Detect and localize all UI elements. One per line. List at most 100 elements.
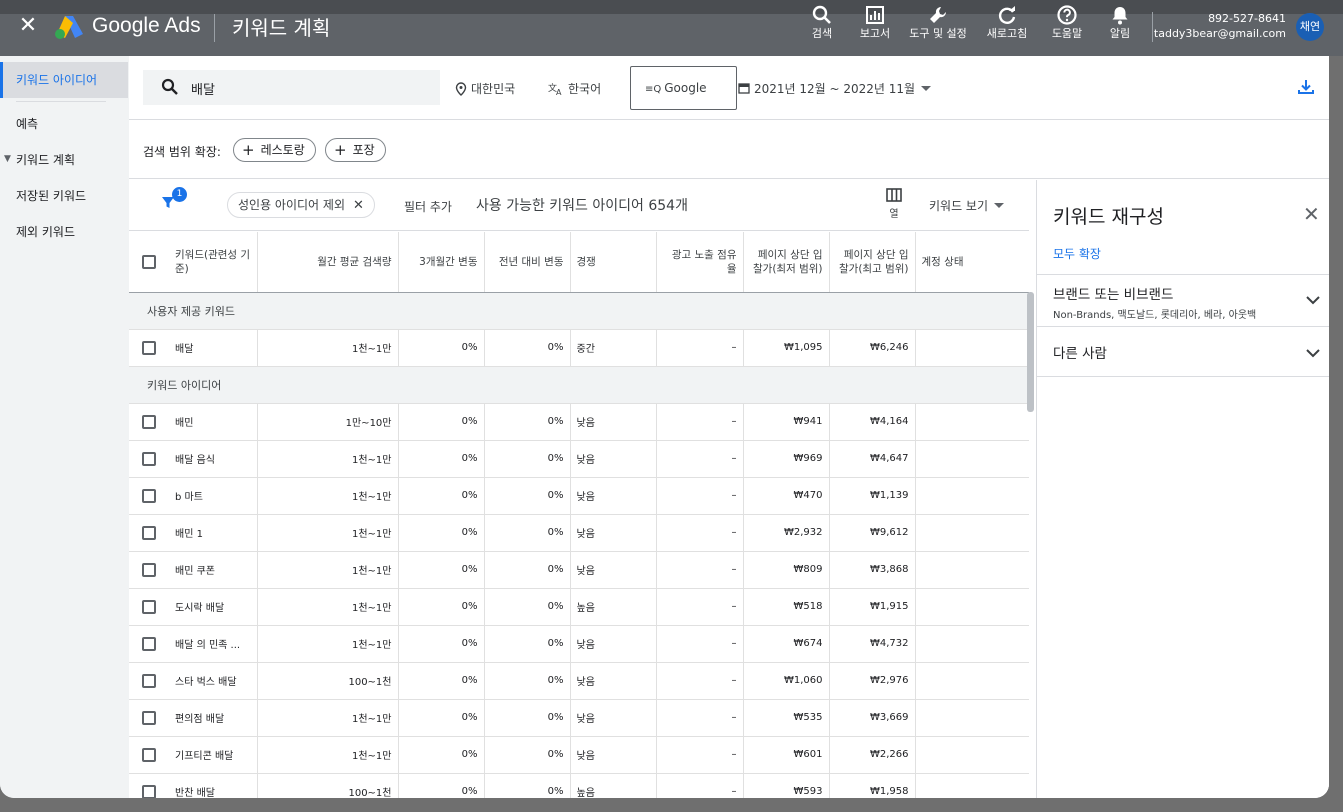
- three-month-change-cell: 0%: [398, 514, 485, 552]
- yoy-change-cell: 0%: [484, 514, 571, 552]
- row-checkbox[interactable]: [142, 340, 156, 355]
- row-checkbox[interactable]: [142, 451, 156, 466]
- row-checkbox[interactable]: [142, 747, 156, 762]
- table-row[interactable]: b 마트 1천~1만 0% 0% 낮음 – ₩470 ₩1,139: [129, 477, 1029, 515]
- row-checkbox[interactable]: [142, 525, 156, 540]
- column-header[interactable]: 페이지 상단 입찰가(최저 범위): [743, 232, 830, 293]
- table-row[interactable]: 배민 쿠폰 1천~1만 0% 0% 낮음 – ₩809 ₩3,868: [129, 551, 1029, 589]
- app-window: ✕ Google Ads 키워드 계획 검색 보고서 도구 및 설정 새로고침 …: [0, 0, 1343, 812]
- competition-cell: 낮음: [570, 403, 657, 441]
- row-checkbox[interactable]: [142, 673, 156, 688]
- table-row[interactable]: 배민 1만~10만 0% 0% 낮음 – ₩941 ₩4,164: [129, 403, 1029, 441]
- top-bid-high-cell: ₩4,732: [829, 625, 916, 663]
- row-checkbox[interactable]: [142, 636, 156, 651]
- select-all-checkbox[interactable]: [142, 254, 156, 269]
- add-filter-button[interactable]: 필터 추가: [404, 198, 452, 215]
- account-status-cell: [915, 440, 1029, 478]
- group-row-keyword-ideas: 키워드 아이디어: [129, 366, 1029, 404]
- account-info[interactable]: 892-527-8641 taddy3bear@gmail.com: [1150, 11, 1286, 41]
- table-row[interactable]: 반찬 배달 100~1천 0% 0% 높음 – ₩593 ₩1,958: [129, 773, 1029, 798]
- avatar[interactable]: 채연: [1296, 13, 1324, 41]
- ad-impression-share-cell: –: [656, 477, 744, 515]
- keyword-cell: 기프티콘 배달: [169, 736, 258, 774]
- filter-count-badge: 1: [172, 187, 187, 202]
- google-ads-logo-icon: [55, 16, 83, 39]
- row-checkbox[interactable]: [142, 562, 156, 577]
- toolbar-reports-button[interactable]: 보고서: [843, 4, 907, 40]
- broaden-pill-restaurant[interactable]: + 레스토랑: [233, 138, 316, 162]
- row-checkbox[interactable]: [142, 710, 156, 725]
- top-bid-low-cell: ₩2,932: [743, 514, 830, 552]
- location-pin-icon: [455, 82, 467, 96]
- pill-label: 포장: [352, 143, 375, 157]
- download-icon[interactable]: [1297, 78, 1315, 96]
- sidebar-item-keyword-ideas[interactable]: 키워드 아이디어: [0, 62, 128, 98]
- keyword-view-dropdown[interactable]: 키워드 보기: [929, 197, 1005, 214]
- avg-monthly-searches-cell: 1천~1만: [257, 514, 399, 552]
- group-label: 키워드 아이디어: [129, 366, 1029, 404]
- table-row[interactable]: 스타 벅스 배달 100~1천 0% 0% 낮음 – ₩1,060 ₩2,976: [129, 662, 1029, 700]
- close-icon[interactable]: ✕: [353, 198, 364, 213]
- row-checkbox[interactable]: [142, 414, 156, 429]
- toolbar-tools-button[interactable]: 도구 및 설정: [906, 4, 970, 40]
- table-row[interactable]: 편의점 배달 1천~1만 0% 0% 낮음 – ₩535 ₩3,669: [129, 699, 1029, 737]
- sidebar-item-keyword-plan[interactable]: 키워드 계획: [0, 142, 128, 178]
- keyword-search-input[interactable]: 배달: [143, 70, 440, 105]
- date-range-selector[interactable]: 2021년 12월 ~ 2022년 11월: [738, 80, 931, 97]
- column-header[interactable]: 키워드(관련성 기준): [169, 232, 258, 293]
- row-checkbox[interactable]: [142, 599, 156, 614]
- column-header[interactable]: 광고 노출 점유율: [656, 232, 744, 293]
- row-checkbox[interactable]: [142, 784, 156, 798]
- toolbar-label: 새로고침: [986, 27, 1028, 40]
- divider: [214, 14, 215, 42]
- available-ideas-count: 사용 가능한 키워드 아이디어 654개: [476, 198, 688, 214]
- ad-impression-share-cell: –: [656, 403, 744, 441]
- language-selector[interactable]: 文 A 한국어: [548, 80, 601, 97]
- yoy-change-cell: 0%: [484, 551, 571, 589]
- account-status-cell: [915, 514, 1029, 552]
- refine-section-brand[interactable]: 브랜드 또는 비브랜드 Non-Brands, 맥도날드, 롯데리아, 베라, …: [1037, 274, 1329, 326]
- sidebar-item-forecast[interactable]: 예측: [0, 106, 128, 142]
- table-row[interactable]: 도시락 배달 1천~1만 0% 0% 높음 – ₩518 ₩1,915: [129, 588, 1029, 626]
- refine-section-others[interactable]: 다른 사람: [1037, 326, 1329, 377]
- active-filter-chip[interactable]: 성인용 아이디어 제외 ✕: [227, 192, 375, 218]
- top-bid-high-cell: ₩4,647: [829, 440, 916, 478]
- avg-monthly-searches-cell: 100~1천: [257, 773, 399, 798]
- toolbar-notifications-button[interactable]: 알림: [1088, 4, 1152, 40]
- table-row[interactable]: 배민 1 1천~1만 0% 0% 낮음 – ₩2,932 ₩9,612: [129, 514, 1029, 552]
- competition-cell: 낮음: [570, 662, 657, 700]
- vertical-scrollbar[interactable]: [1027, 292, 1034, 412]
- column-header[interactable]: 페이지 상단 입찰가(최고 범위): [829, 232, 916, 293]
- avg-monthly-searches-cell: 1천~1만: [257, 477, 399, 515]
- network-selector[interactable]: ≡Q Google: [630, 66, 737, 110]
- table-row[interactable]: 배달 음식 1천~1만 0% 0% 낮음 – ₩969 ₩4,647: [129, 440, 1029, 478]
- search-value: 배달: [191, 83, 215, 98]
- expand-all-link[interactable]: 모두 확장: [1053, 245, 1101, 262]
- column-header[interactable]: 3개월간 변동: [398, 232, 485, 293]
- divider: [16, 101, 106, 102]
- network-search-icon: ≡Q: [645, 84, 662, 95]
- ad-impression-share-cell: –: [656, 662, 744, 700]
- content-area: 키워드 아이디어 예측 ▼ 키워드 계획 저장된 키워드 제외 키워드 배달 대…: [0, 56, 1329, 798]
- broaden-pill-takeout[interactable]: + 포장: [325, 138, 386, 162]
- account-status-cell: [915, 329, 1029, 367]
- keyword-table: 키워드(관련성 기준) 월간 평균 검색량 3개월간 변동 전년 대비 변동 경…: [129, 232, 1029, 798]
- column-header[interactable]: 계정 상태: [915, 232, 1029, 293]
- columns-button[interactable]: 열: [881, 188, 907, 220]
- chevron-down-icon: [1306, 349, 1320, 358]
- column-header[interactable]: 전년 대비 변동: [484, 232, 571, 293]
- table-row[interactable]: 배달 의 민족 ... 1천~1만 0% 0% 낮음 – ₩674 ₩4,732: [129, 625, 1029, 663]
- close-icon[interactable]: ✕: [14, 12, 42, 40]
- location-selector[interactable]: 대한민국: [455, 80, 515, 97]
- table-row[interactable]: 배달 1천~1만 0% 0% 중간 – ₩1,095 ₩6,246: [129, 329, 1029, 367]
- sidebar-item-saved-keywords[interactable]: 저장된 키워드: [0, 178, 128, 214]
- table-row[interactable]: 기프티콘 배달 1천~1만 0% 0% 낮음 – ₩601 ₩2,266: [129, 736, 1029, 774]
- three-month-change-cell: 0%: [398, 477, 485, 515]
- row-checkbox[interactable]: [142, 488, 156, 503]
- column-header[interactable]: 경쟁: [570, 232, 657, 293]
- filter-chip-label: 성인용 아이디어 제외: [238, 198, 345, 212]
- close-icon[interactable]: ✕: [1303, 202, 1320, 226]
- sidebar-item-negative-keywords[interactable]: 제외 키워드: [0, 214, 128, 250]
- column-header[interactable]: 월간 평균 검색량: [257, 232, 399, 293]
- toolbar-refresh-button[interactable]: 새로고침: [975, 4, 1039, 40]
